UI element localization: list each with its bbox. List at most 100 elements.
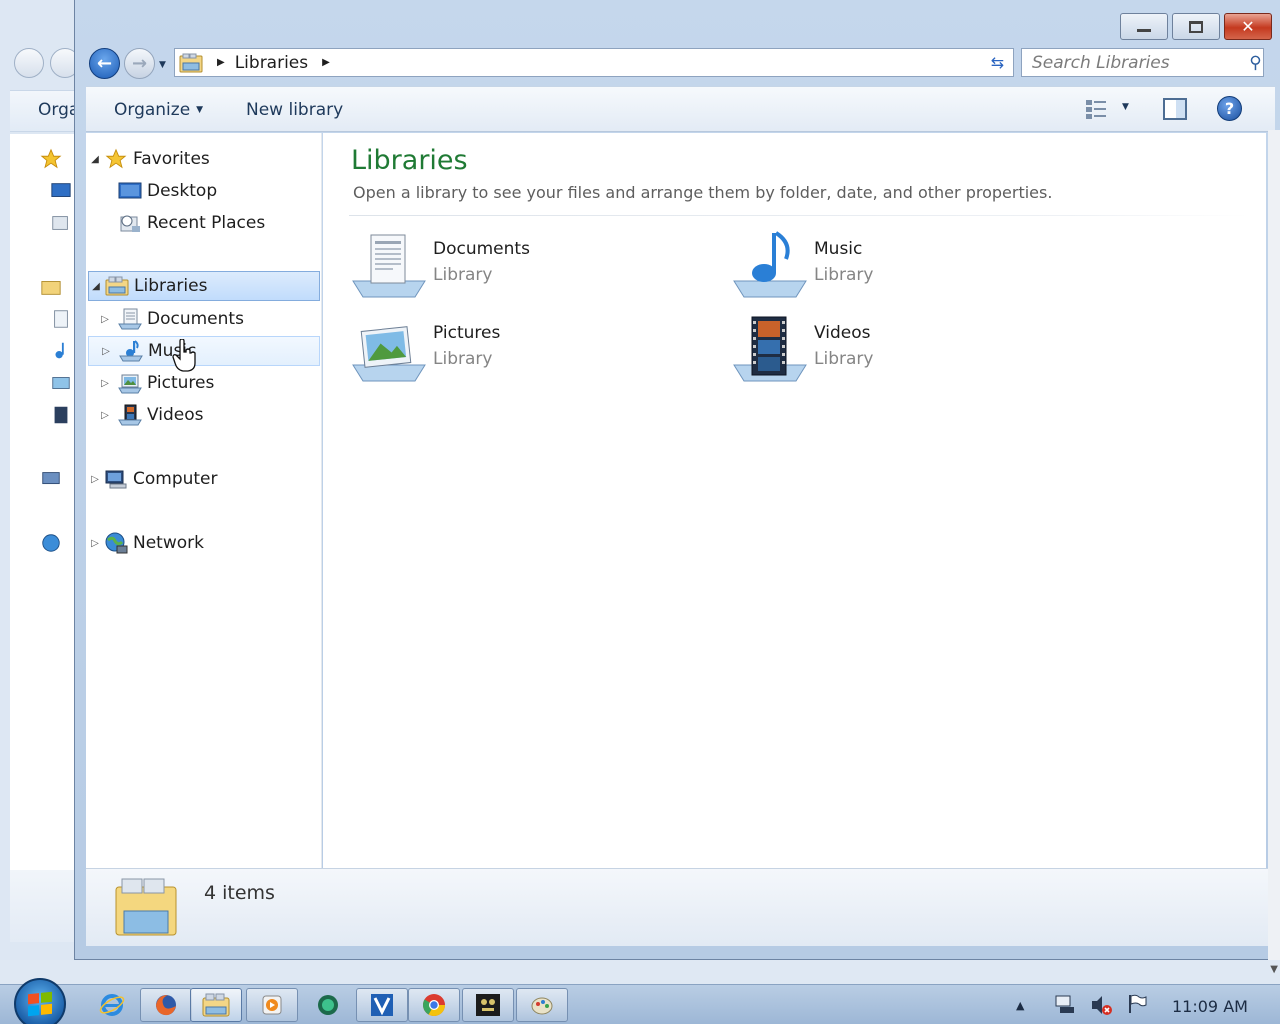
search-box[interactable]: ⚲	[1021, 48, 1264, 77]
address-bar[interactable]: ▶ Libraries ▶ ▼	[174, 48, 1013, 77]
help-button[interactable]: ?	[1217, 96, 1242, 121]
preview-pane-button[interactable]	[1163, 98, 1187, 120]
show-hidden-icons-button[interactable]: ▲	[1016, 999, 1024, 1012]
expand-closed-icon[interactable]: ▷	[98, 410, 112, 421]
pictures-icon	[52, 377, 70, 389]
library-tile-videos[interactable]: Videos Library	[732, 315, 1072, 387]
tree-label-pictures: Pictures	[147, 373, 215, 393]
music-icon	[119, 340, 143, 362]
hand-cursor-icon	[172, 339, 196, 372]
taskbar-media-player[interactable]	[246, 988, 298, 1022]
library-tile-documents[interactable]: Documents Library	[351, 231, 691, 303]
expand-closed-icon[interactable]: ▷	[88, 538, 102, 549]
tree-item-libraries[interactable]: ◢ Libraries	[88, 271, 320, 301]
refresh-icon: ⇆	[990, 53, 1005, 72]
content-pane[interactable]: Libraries Open a library to see your fil…	[323, 133, 1266, 868]
system-clock[interactable]: 11:09 AM	[1172, 997, 1248, 1016]
bg-back-button[interactable]	[14, 48, 44, 78]
library-type: Library	[433, 265, 493, 285]
start-button[interactable]	[14, 978, 66, 1024]
expand-closed-icon[interactable]: ▷	[98, 314, 112, 325]
organize-button[interactable]: Organize ▼	[114, 100, 203, 120]
tree-item-computer[interactable]: ▷ Computer	[88, 464, 320, 494]
documents-icon	[54, 310, 68, 328]
caption-buttons: ✕	[1116, 13, 1272, 40]
tree-item-music[interactable]: ▷ Music	[88, 336, 320, 366]
tree-item-pictures[interactable]: ▷ Pictures	[88, 368, 320, 398]
expand-closed-icon[interactable]: ▷	[98, 378, 112, 389]
libraries-icon	[105, 275, 129, 297]
search-input[interactable]	[1022, 52, 1248, 73]
refresh-button[interactable]: ⇆	[982, 48, 1014, 77]
chrome-icon	[423, 994, 445, 1016]
tree-item-recent-places[interactable]: Recent Places	[88, 208, 320, 238]
music-icon	[55, 342, 64, 359]
action-center-flag-icon[interactable]	[1126, 993, 1148, 1015]
view-options-dropdown[interactable]: ▼	[1122, 102, 1129, 112]
breadcrumb-separator-icon[interactable]: ▶	[217, 57, 225, 68]
recent-places-icon	[52, 216, 68, 230]
change-view-icon[interactable]	[1084, 97, 1108, 121]
recent-pages-dropdown[interactable]: ▼	[159, 60, 166, 70]
expand-closed-icon[interactable]: ▷	[88, 474, 102, 485]
tree-label-videos: Videos	[147, 405, 204, 425]
tree-label-favorites: Favorites	[133, 149, 210, 169]
tree-item-documents[interactable]: ▷ Documents	[88, 304, 320, 334]
game-app-icon	[476, 994, 500, 1016]
expand-open-icon[interactable]: ◢	[88, 154, 102, 165]
close-button[interactable]: ✕	[1224, 13, 1272, 40]
library-tile-pictures[interactable]: Pictures Library	[351, 315, 691, 387]
libraries-explorer-window[interactable]: ✕ ← → ▼ ▶ Libraries ▶ ▼ ⇆ ⚲ Organize ▼ Ne…	[74, 0, 1280, 960]
breadcrumb-chevron-icon[interactable]: ▶	[322, 57, 330, 68]
library-tile-music[interactable]: Music Library	[732, 231, 1072, 303]
taskbar: ▲ 11:09 AM	[0, 978, 1280, 1024]
pictures-icon	[118, 372, 142, 394]
breadcrumb-libraries[interactable]: Libraries	[235, 53, 308, 73]
taskbar-chat-app[interactable]	[302, 988, 354, 1022]
arrow-right-icon: →	[131, 53, 148, 74]
new-library-button[interactable]: New library	[246, 100, 343, 120]
desktop-scrollbar[interactable]	[1268, 130, 1280, 960]
search-icon[interactable]: ⚲	[1248, 53, 1263, 73]
network-status-icon[interactable]	[1054, 993, 1076, 1015]
command-bar: Organize ▼ New library ▼ ?	[86, 86, 1275, 132]
library-type: Library	[433, 349, 493, 369]
details-pane: 4 items	[86, 868, 1275, 946]
taskbar-chrome[interactable]	[408, 988, 460, 1022]
star-icon	[40, 148, 62, 169]
taskbar-file-explorer[interactable]	[190, 988, 242, 1022]
expand-closed-icon[interactable]: ▷	[99, 346, 113, 357]
taskbar-internet-explorer[interactable]	[86, 988, 138, 1022]
maximize-icon	[1189, 20, 1203, 33]
documents-library-icon	[352, 234, 426, 298]
computer-icon	[104, 468, 128, 490]
taskbar-paint[interactable]	[516, 988, 568, 1022]
paint-icon	[531, 997, 553, 1015]
minimize-button[interactable]	[1120, 13, 1168, 40]
visual-studio-icon	[371, 994, 393, 1016]
library-name: Videos	[814, 323, 871, 343]
navigation-pane[interactable]: ◢ Favorites Desktop Recent Places ◢ Libr…	[86, 133, 322, 868]
taskbar-visual-studio[interactable]	[356, 988, 408, 1022]
libraries-icon	[41, 281, 61, 295]
taskbar-firefox[interactable]	[140, 988, 192, 1022]
tree-item-videos[interactable]: ▷ Videos	[88, 400, 320, 430]
page-title: Libraries	[351, 145, 468, 176]
chat-app-icon	[318, 995, 338, 1015]
scroll-down-arrow-icon[interactable]: ▼	[1270, 964, 1278, 975]
forward-button[interactable]: →	[124, 48, 155, 79]
maximize-button[interactable]	[1172, 13, 1220, 40]
network-icon	[104, 532, 128, 554]
taskbar-game-app[interactable]	[462, 988, 514, 1022]
close-icon: ✕	[1241, 17, 1255, 36]
windows-logo-icon	[28, 991, 52, 1017]
expand-open-icon[interactable]: ◢	[89, 281, 103, 292]
organize-caret-icon: ▼	[196, 105, 204, 115]
tree-item-network[interactable]: ▷ Network	[88, 528, 320, 558]
music-library-icon	[733, 231, 807, 298]
back-button[interactable]: ←	[89, 48, 120, 79]
volume-muted-icon[interactable]	[1090, 993, 1114, 1017]
videos-icon	[118, 404, 142, 426]
tree-item-desktop[interactable]: Desktop	[88, 176, 320, 206]
tree-item-favorites[interactable]: ◢ Favorites	[88, 144, 320, 174]
